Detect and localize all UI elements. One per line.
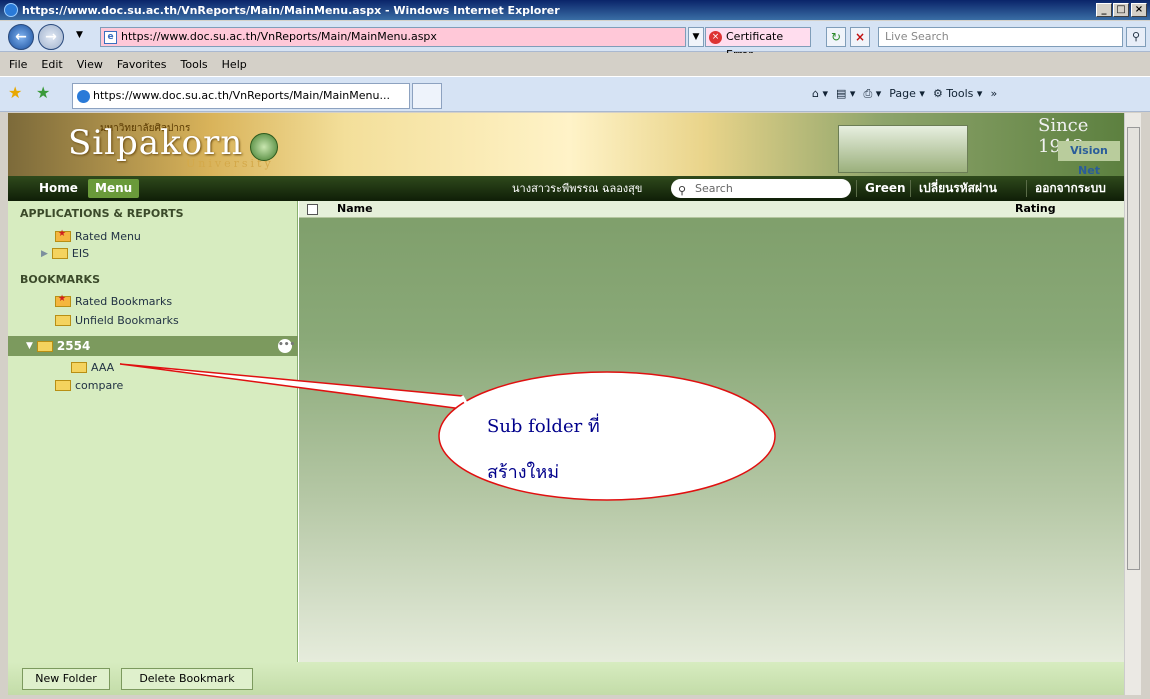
callout-line-1: Sub folder ที่ [487, 416, 600, 437]
callout-text: Sub folder ที่ สร้างใหม่ [487, 404, 717, 496]
callout-annotation [119, 363, 776, 501]
callout-line-2: สร้างใหม่ [487, 462, 560, 483]
callout-pointer [119, 363, 472, 411]
